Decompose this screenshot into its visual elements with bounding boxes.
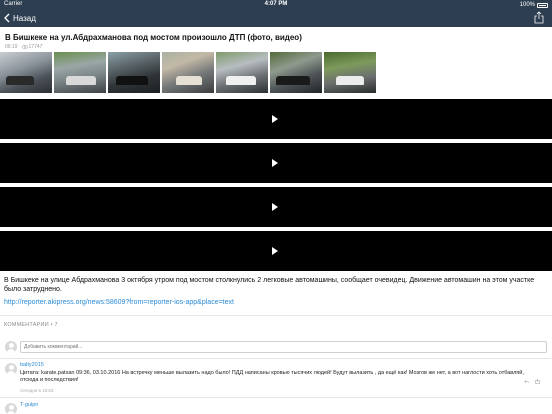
share-icon[interactable] xyxy=(534,11,544,24)
article-body: В Бишкеке на улице Абдрахманова 3 октябр… xyxy=(4,277,535,293)
article-title: В Бишкеке на ул.Абдрахманова под мостом … xyxy=(5,33,302,42)
comment-author[interactable]: balty2015 xyxy=(20,362,44,368)
chevron-left-icon xyxy=(4,13,10,23)
status-bar: Carrier 4:07 PM 100% xyxy=(0,0,552,9)
video-player[interactable] xyxy=(0,99,552,139)
comment-actions xyxy=(524,408,540,413)
avatar xyxy=(5,403,17,414)
photo-gallery xyxy=(0,52,552,93)
share-icon[interactable] xyxy=(535,408,540,413)
comment-date: Сегодня в 10:53 xyxy=(20,388,54,393)
photo-thumbnail[interactable] xyxy=(162,52,214,93)
photo-thumbnail[interactable] xyxy=(324,52,376,93)
comments-header-label: КОММЕНТАРИИ xyxy=(4,322,49,328)
play-icon xyxy=(272,159,278,167)
play-icon xyxy=(272,115,278,123)
battery-indicator: 100% xyxy=(520,2,548,8)
comment-text: Цитата: karate.patsan 09:36, 03.10.2016 … xyxy=(20,370,524,383)
reply-icon[interactable] xyxy=(524,408,529,413)
article-link[interactable]: http://reporter.akipress.org/news:58609?… xyxy=(4,299,234,306)
video-player[interactable] xyxy=(0,187,552,227)
photo-thumbnail[interactable] xyxy=(270,52,322,93)
article-meta: 06:19 17747 xyxy=(5,44,42,50)
divider xyxy=(0,315,552,316)
photo-thumbnail[interactable] xyxy=(108,52,160,93)
eye-icon xyxy=(21,45,28,49)
play-icon xyxy=(272,247,278,255)
avatar xyxy=(5,363,17,375)
views-counter: 17747 xyxy=(21,44,43,50)
comment-input[interactable] xyxy=(20,341,547,353)
navigation-bar: Назад xyxy=(0,9,552,27)
comments-count: 7 xyxy=(54,322,58,328)
avatar xyxy=(5,341,17,353)
divider xyxy=(0,358,552,359)
clock: 4:07 PM xyxy=(264,1,288,7)
battery-percent: 100% xyxy=(519,2,535,8)
article-time: 06:19 xyxy=(5,44,18,50)
views-count: 17747 xyxy=(28,44,43,50)
photo-thumbnail[interactable] xyxy=(216,52,268,93)
video-player[interactable] xyxy=(0,231,552,271)
comments-header: КОММЕНТАРИИ • 7 xyxy=(4,322,58,328)
share-icon[interactable] xyxy=(535,371,540,384)
video-player[interactable] xyxy=(0,143,552,183)
photo-thumbnail[interactable] xyxy=(54,52,106,93)
back-button-label: Назад xyxy=(13,13,36,23)
photo-thumbnail[interactable] xyxy=(0,52,52,93)
divider xyxy=(0,397,552,398)
play-icon xyxy=(272,203,278,211)
comment-author[interactable]: T-gulpn xyxy=(20,402,38,408)
comment-actions xyxy=(524,371,540,384)
back-button[interactable]: Назад xyxy=(4,11,36,25)
battery-icon xyxy=(537,2,548,8)
